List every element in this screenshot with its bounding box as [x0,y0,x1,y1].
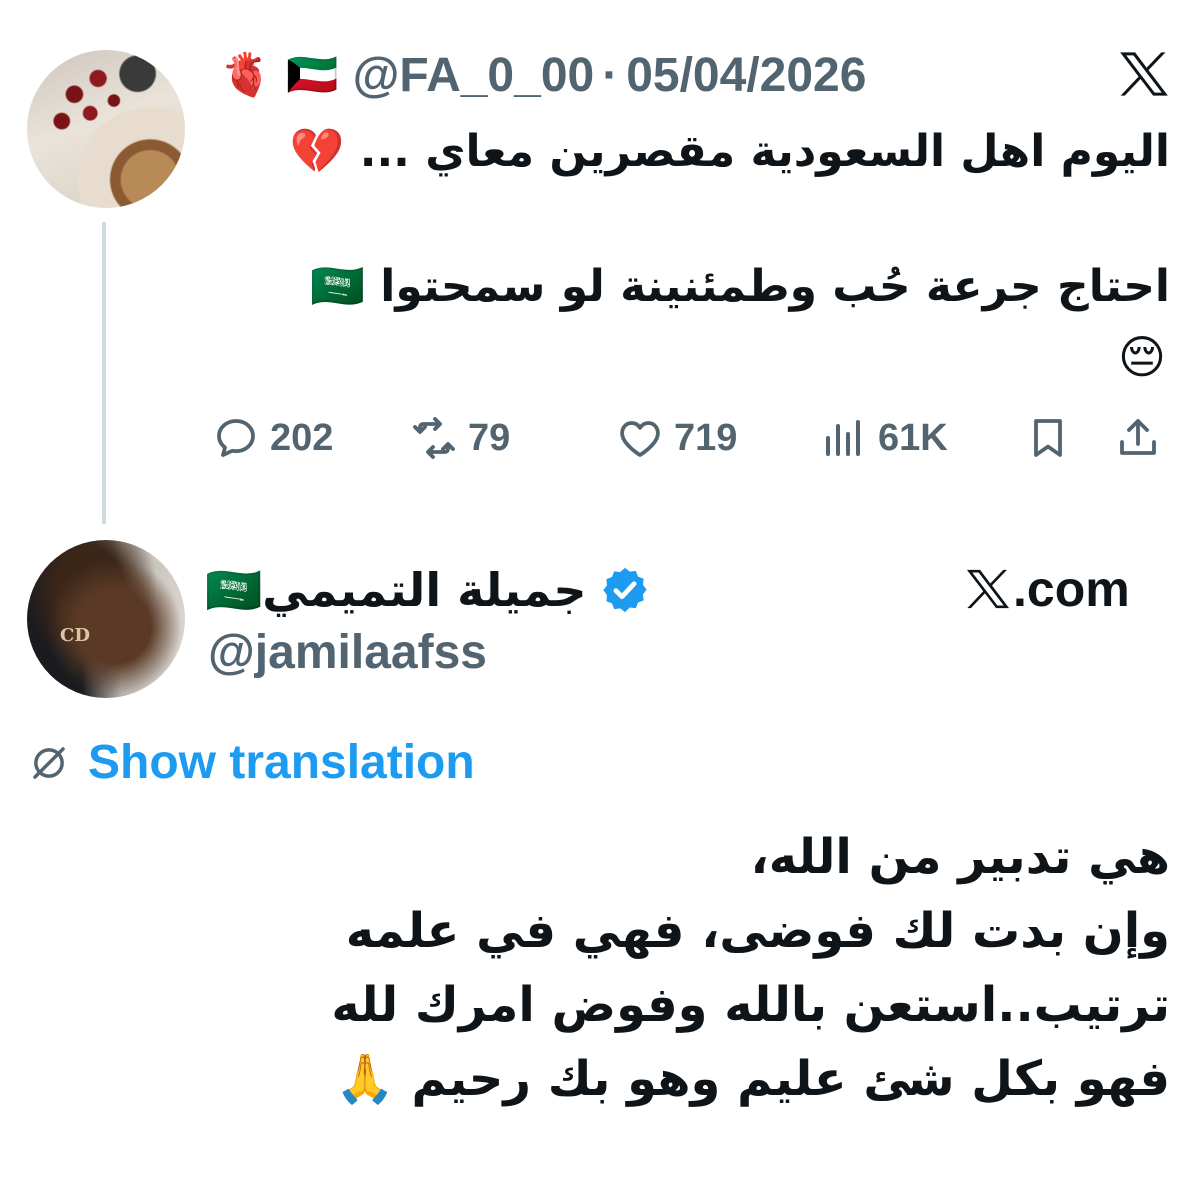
reply-icon [217,419,255,457]
avatar-logo-mark: CD [60,625,90,646]
author-handle[interactable]: @jamilaafss [208,625,487,680]
x-logo-icon [1120,52,1168,96]
show-translation-label[interactable]: Show translation [88,735,475,790]
reply-count: 202 [270,416,334,459]
tweet-text-line: 😔 [1118,330,1166,384]
tweet-text-line: احتاج جرعة حُب وطمئنينة لو سمحتوا 🇸🇦 [310,261,1170,312]
like-icon [620,421,660,457]
author-name-row: جميلة التميمي🇸🇦 [205,555,651,625]
header-emoji-flag: 🇰🇼 [286,51,339,98]
show-translation-link[interactable]: Show translation [28,735,475,790]
translate-icon [33,746,65,779]
repost-button[interactable]: 79 [410,410,510,466]
tweet-body: هي تدبير من الله، وإن بدت لك فوضى، فهي ف… [331,820,1170,1116]
tweet-text-line: وإن بدت لك فوضى، فهي في علمه [345,903,1170,959]
verified-badge-icon [602,567,647,613]
tweet-date[interactable]: 05/04/2026 [626,48,866,103]
like-count: 719 [674,416,738,459]
views-count: 61K [878,416,948,459]
tweet-text-line: فهو بكل شئ عليم وهو بك رحيم 🙏 [335,1051,1170,1107]
tweet-header: 🫀 🇰🇼 @FA_0_00 · 05/04/2026 [220,40,866,110]
x-com-watermark: .com [965,560,1130,618]
bookmark-button[interactable] [1024,410,1072,466]
repost-count: 79 [468,416,511,459]
share-icon [1120,419,1156,455]
tweet-text-line: ترتيب..استعن بالله وفوض امرك لله [331,977,1170,1033]
views-button[interactable]: 61K [820,410,948,466]
avatar[interactable] [27,540,185,698]
tweet-actions-bar: 202 79 719 61K [0,410,1200,470]
avatar[interactable] [27,50,185,208]
like-button[interactable]: 719 [616,410,737,466]
author-display-name[interactable]: جميلة التميمي🇸🇦 [205,563,587,618]
header-emoji-heart: 🫀 [220,51,273,98]
reply-button[interactable]: 202 [212,410,333,466]
share-button[interactable] [1114,410,1162,466]
tweet-text-line: هي تدبير من الله، [750,829,1170,885]
header-separator: · [602,48,619,102]
views-icon [826,420,860,456]
thread-connector [102,222,106,524]
site-domain: .com [1013,561,1130,617]
tweet-text-line: اليوم اهل السعودية مقصرين معاي ... 💔 [289,126,1170,177]
bookmark-icon [1034,419,1062,457]
x-logo-icon [966,569,1010,609]
author-handle[interactable]: @FA_0_00 [353,48,595,103]
repost-icon [413,417,455,459]
